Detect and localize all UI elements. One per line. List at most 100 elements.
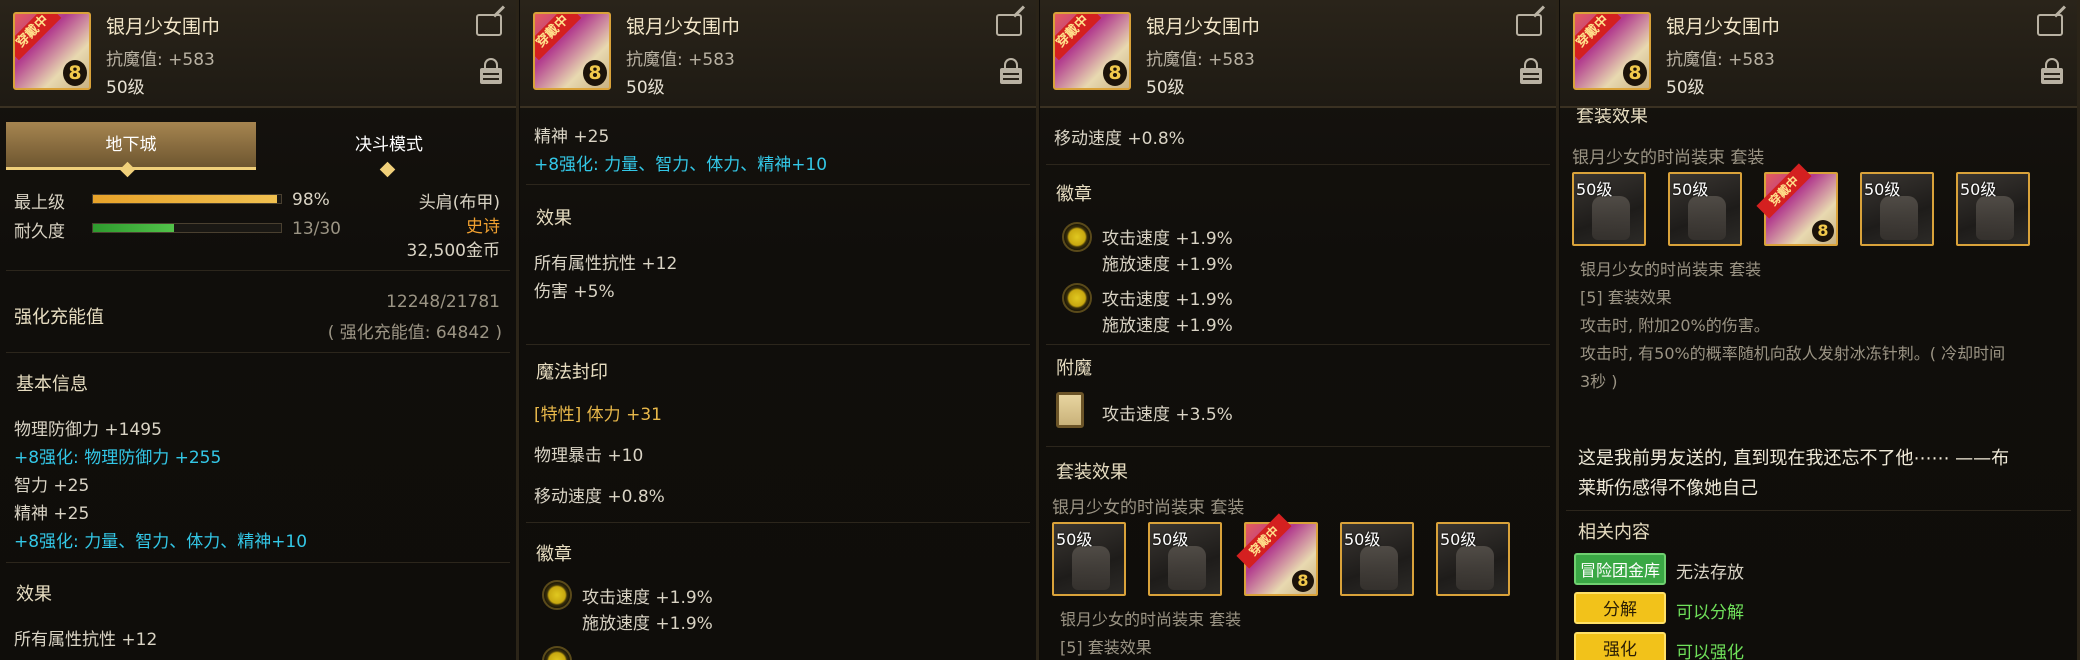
tooltip-strip: 穿戴中 8 银月少女围巾 抗魔值: +583 50级 地下城 决斗模式 最上级 … bbox=[0, 0, 2080, 660]
lock-icon[interactable] bbox=[480, 58, 502, 84]
seal-line: 物理暴击 +10 bbox=[534, 446, 644, 466]
stat-line: +8强化: 力量、智力、体力、精神+10 bbox=[534, 155, 828, 175]
mode-tabs: 地下城 决斗模式 bbox=[6, 122, 514, 170]
item-magic-resist: 抗魔值: +583 bbox=[626, 50, 735, 70]
emblem-gem-icon bbox=[1062, 222, 1092, 252]
enhance-level-badge: 8 bbox=[583, 60, 607, 86]
set-item-slot[interactable]: 50级 bbox=[1860, 172, 1934, 246]
divider bbox=[1046, 344, 1550, 345]
emblem-title: 徽章 bbox=[1056, 184, 1092, 205]
divider bbox=[6, 562, 510, 563]
max-level-pct: 98% bbox=[292, 190, 330, 210]
item-icon[interactable]: 穿戴中 8 bbox=[13, 12, 91, 90]
item-icon[interactable]: 穿戴中 8 bbox=[1573, 12, 1651, 90]
set-item-slot-equipped[interactable]: 穿戴中 8 bbox=[1756, 163, 1838, 246]
set-name: 银月少女的时尚装束 套装 bbox=[1052, 498, 1245, 518]
stat-line: 物理防御力 +1495 bbox=[14, 420, 162, 440]
item-level: 50级 bbox=[1146, 78, 1185, 98]
enchant-line: 攻击速度 +3.5% bbox=[1102, 405, 1233, 425]
enhance-level-badge: 8 bbox=[1623, 60, 1647, 86]
enchant-title: 附魔 bbox=[1056, 358, 1092, 379]
tooltip-panel-3: 穿戴中 8 银月少女围巾 抗魔值: +583 50级 移动速度 +0.8% 徽章… bbox=[1040, 0, 1559, 660]
enhance-status: 可以强化 bbox=[1676, 643, 1744, 660]
disassemble-status: 可以分解 bbox=[1676, 603, 1744, 623]
item-name: 银月少女围巾 bbox=[1666, 16, 1781, 38]
sell-price: 32,500金币 bbox=[406, 241, 500, 261]
equip-slot: 头肩(布甲) bbox=[418, 193, 500, 213]
set-item-slot[interactable]: 50级 bbox=[1340, 522, 1414, 596]
stat-line: 精神 +25 bbox=[534, 127, 610, 147]
emblem-title: 徽章 bbox=[536, 544, 572, 565]
item-icon[interactable]: 穿戴中 8 bbox=[1053, 12, 1131, 90]
set-item-slot[interactable]: 50级 bbox=[1572, 172, 1646, 246]
emblem-gem-icon bbox=[542, 646, 572, 660]
share-icon[interactable] bbox=[476, 14, 502, 36]
set-effect-line: 3秒 ) bbox=[1580, 372, 1618, 391]
lock-icon[interactable] bbox=[1520, 58, 1542, 84]
charge-progress: 12248/21781 bbox=[386, 292, 500, 312]
max-level-fill bbox=[93, 195, 278, 203]
emblem-gem-icon bbox=[1062, 283, 1092, 313]
set-item-slot[interactable]: 50级 bbox=[1668, 172, 1742, 246]
set-item-slot[interactable]: 50级 bbox=[1148, 522, 1222, 596]
emblem-line: 施放速度 +1.9% bbox=[1102, 316, 1233, 336]
equipped-badge: 穿戴中 bbox=[1575, 14, 1622, 61]
share-icon[interactable] bbox=[996, 14, 1022, 36]
set-item-slot[interactable]: 50级 bbox=[1052, 522, 1126, 596]
tooltip-panel-4: 穿戴中 8 银月少女围巾 抗魔值: +583 50级 套装效果 银月少女的时尚装… bbox=[1560, 0, 2080, 660]
effect-title: 效果 bbox=[16, 584, 52, 605]
basic-info-title: 基本信息 bbox=[16, 374, 88, 395]
flavor-text: 这是我前男友送的, 直到现在我还忘不了他⋯⋯ ——布 bbox=[1578, 448, 2010, 469]
max-level-bar bbox=[92, 194, 282, 204]
item-name: 银月少女围巾 bbox=[626, 16, 741, 38]
durability-fill bbox=[93, 224, 175, 232]
share-icon[interactable] bbox=[2037, 14, 2063, 36]
stat-line: +8强化: 力量、智力、体力、精神+10 bbox=[14, 532, 308, 552]
seal-trait: [特性] 体力 +31 bbox=[534, 405, 662, 425]
durability-value: 13/30 bbox=[292, 219, 341, 239]
set-item-slot-equipped[interactable]: 穿戴中 8 bbox=[1236, 513, 1318, 596]
emblem-line: 施放速度 +1.9% bbox=[1102, 255, 1233, 275]
tooltip-panel-1: 穿戴中 8 银月少女围巾 抗魔值: +583 50级 地下城 决斗模式 最上级 … bbox=[0, 0, 519, 660]
divider bbox=[1046, 446, 1550, 447]
lock-icon[interactable] bbox=[2041, 58, 2063, 84]
set-item-slot[interactable]: 50级 bbox=[1436, 522, 1510, 596]
item-icon[interactable]: 穿戴中 8 bbox=[533, 12, 611, 90]
item-level: 50级 bbox=[626, 78, 665, 98]
item-header: 穿戴中 8 银月少女围巾 抗魔值: +583 50级 bbox=[1560, 0, 2077, 108]
emblem-line: 施放速度 +1.9% bbox=[582, 614, 713, 634]
share-icon[interactable] bbox=[1516, 14, 1542, 36]
effect-title: 效果 bbox=[536, 208, 572, 229]
enhance-level-badge: 8 bbox=[1103, 60, 1127, 86]
item-magic-resist: 抗魔值: +583 bbox=[106, 50, 215, 70]
item-name: 银月少女围巾 bbox=[1146, 16, 1261, 38]
item-header: 穿戴中 8 银月少女围巾 抗魔值: +583 50级 bbox=[520, 0, 1036, 108]
set-name: 银月少女的时尚装束 套装 bbox=[1060, 610, 1242, 629]
set-effect-title: [5] 套装效果 bbox=[1580, 288, 1672, 307]
enhance-level-badge: 8 bbox=[63, 60, 87, 86]
emblem-line: 攻击速度 +1.9% bbox=[582, 588, 713, 608]
enhance-button[interactable]: 强化 bbox=[1574, 632, 1666, 660]
seal-line: 移动速度 +0.8% bbox=[1054, 129, 1185, 149]
set-effect-line: 攻击时, 有50%的概率随机向敌人发射冰冻针刺。( 冷却时间 bbox=[1580, 344, 2006, 363]
bank-status: 无法存放 bbox=[1676, 563, 1744, 583]
set-item-slot[interactable]: 50级 bbox=[1956, 172, 2030, 246]
divider bbox=[1566, 510, 2071, 511]
adventurer-bank-button[interactable]: 冒险团金库 bbox=[1574, 553, 1666, 585]
divider bbox=[6, 352, 510, 353]
tab-dungeon[interactable]: 地下城 bbox=[6, 122, 256, 170]
effect-line: 伤害 +5% bbox=[534, 282, 615, 302]
lock-icon[interactable] bbox=[1000, 58, 1022, 84]
emblem-line: 攻击速度 +1.9% bbox=[1102, 290, 1233, 310]
divider bbox=[1046, 164, 1550, 165]
stat-line: 智力 +25 bbox=[14, 476, 90, 496]
disassemble-button[interactable]: 分解 bbox=[1574, 592, 1666, 624]
equipped-badge: 穿戴中 bbox=[535, 14, 582, 61]
divider bbox=[526, 184, 1030, 185]
item-header: 穿戴中 8 银月少女围巾 抗魔值: +583 50级 bbox=[0, 0, 516, 108]
seal-line: 移动速度 +0.8% bbox=[534, 487, 665, 507]
divider bbox=[6, 270, 510, 271]
tooltip-panel-2: 穿戴中 8 银月少女围巾 抗魔值: +583 50级 精神 +25 +8强化: … bbox=[520, 0, 1039, 660]
set-effect-line: 攻击时, 附加20%的伤害。 bbox=[1580, 316, 1770, 335]
item-level: 50级 bbox=[106, 78, 145, 98]
